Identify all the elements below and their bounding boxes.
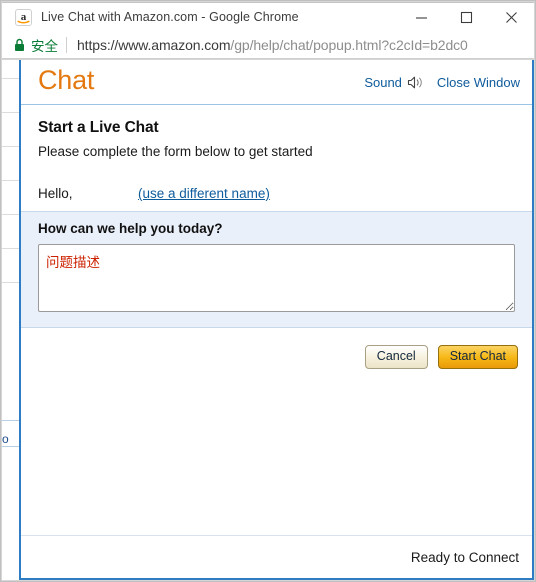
- greeting-text: Hello,: [38, 186, 73, 201]
- background-divider: [2, 180, 20, 181]
- background-divider: [2, 146, 20, 147]
- close-icon: [506, 11, 517, 23]
- background-divider: [2, 248, 20, 249]
- minimize-icon: [416, 16, 427, 19]
- close-window-link[interactable]: Close Window: [437, 75, 520, 90]
- question-label: How can we help you today?: [38, 221, 223, 236]
- background-rule: [2, 446, 20, 447]
- security-status-label[interactable]: 安全: [31, 35, 58, 55]
- minimize-button[interactable]: [399, 3, 444, 32]
- title-bar: a Live Chat with Amazon.com - Google Chr…: [2, 2, 534, 31]
- use-different-name-link[interactable]: (use a different name): [138, 186, 270, 201]
- maximize-button[interactable]: [444, 3, 489, 32]
- sound-toggle-link[interactable]: Sound: [364, 75, 402, 90]
- issue-description-input[interactable]: [38, 244, 515, 312]
- background-sliver-text: ro: [2, 432, 9, 446]
- form-heading: Start a Live Chat: [38, 119, 159, 136]
- close-button[interactable]: [489, 3, 534, 32]
- greeting-row: Hello, (use a different name): [38, 186, 515, 201]
- address-bar-divider: [66, 36, 67, 53]
- chat-status-bar: Ready to Connect: [21, 535, 532, 578]
- maximize-icon: [460, 11, 473, 23]
- chrome-browser-window: a Live Chat with Amazon.com - Google Chr…: [0, 0, 536, 582]
- url-path: /gp/help/chat/popup.html?c2cId=b2dc0: [230, 36, 468, 53]
- content-filler: [21, 386, 532, 535]
- page-title: Chat: [38, 65, 95, 95]
- speaker-icon[interactable]: [407, 75, 424, 90]
- cancel-button[interactable]: Cancel: [364, 345, 428, 369]
- page-viewport: ro Chat Sound Close Window: [2, 60, 534, 580]
- background-divider: [2, 112, 20, 113]
- url-text[interactable]: https://www.amazon.com/gp/help/chat/popu…: [77, 37, 534, 53]
- chat-popup-card: Chat Sound Close Window Start a Live Cha…: [19, 60, 534, 580]
- amazon-favicon: a: [15, 8, 32, 26]
- greeting-label: Hello,: [38, 186, 138, 201]
- background-rule: [2, 420, 20, 421]
- chat-header: Chat Sound Close Window: [21, 60, 532, 105]
- url-origin: https://www.amazon.com: [77, 36, 231, 53]
- connection-status-text: Ready to Connect: [410, 549, 519, 565]
- window-title: Live Chat with Amazon.com - Google Chrom…: [41, 10, 299, 24]
- background-divider: [2, 282, 20, 283]
- lock-icon[interactable]: [14, 38, 25, 52]
- svg-text:a: a: [21, 11, 27, 23]
- address-bar[interactable]: 安全 https://www.amazon.com/gp/help/chat/p…: [2, 31, 534, 59]
- background-divider: [2, 78, 20, 79]
- start-chat-button[interactable]: Start Chat: [437, 345, 518, 369]
- action-button-row: Cancel Start Chat: [21, 328, 532, 386]
- form-subheading: Please complete the form below to get st…: [38, 144, 313, 159]
- question-panel: How can we help you today?: [21, 211, 532, 328]
- background-divider: [2, 214, 20, 215]
- intro-block: Start a Live Chat Please complete the fo…: [21, 105, 532, 211]
